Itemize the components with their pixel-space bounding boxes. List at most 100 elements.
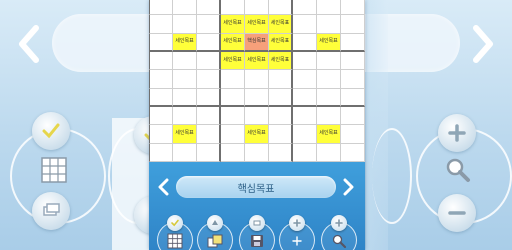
grid-cell[interactable] <box>197 88 221 107</box>
grid-cell[interactable] <box>173 88 197 107</box>
grid-cell[interactable] <box>293 0 317 16</box>
goal-cell[interactable]: 세인목표 <box>221 33 245 52</box>
grid-cell[interactable] <box>149 107 173 126</box>
grid-cell[interactable] <box>149 70 173 89</box>
grid-cell[interactable] <box>197 107 221 126</box>
grid-cell[interactable] <box>269 107 293 126</box>
next-goal-button[interactable] <box>341 178 355 196</box>
chevron-left-icon <box>158 178 169 196</box>
goal-cell[interactable]: 세인목표 <box>245 15 269 34</box>
toolbar <box>149 212 365 250</box>
grid-cell[interactable] <box>197 15 221 34</box>
goal-title[interactable]: 핵심목표 <box>176 176 336 198</box>
goal-cell[interactable]: 세인목표 <box>269 52 293 71</box>
grid-icon <box>167 233 183 249</box>
grid-cell[interactable] <box>173 70 197 89</box>
goal-cell[interactable]: 세인목표 <box>173 125 197 144</box>
goal-cell[interactable]: 세인목표 <box>221 15 245 34</box>
grid-cell[interactable] <box>317 70 341 89</box>
grid-cell[interactable] <box>197 70 221 89</box>
grid-cell[interactable] <box>269 70 293 89</box>
background-plus-icon <box>438 114 476 152</box>
grid-cell[interactable] <box>197 52 221 71</box>
grid-cell[interactable] <box>245 107 269 126</box>
grid-cell[interactable] <box>341 0 365 16</box>
grid-cell[interactable] <box>317 143 341 162</box>
grid-cell[interactable] <box>245 0 269 16</box>
grid-cell[interactable] <box>341 125 365 144</box>
grid-cell[interactable] <box>341 33 365 52</box>
goal-cell[interactable]: 세인목표 <box>269 33 293 52</box>
grid-cell[interactable] <box>197 143 221 162</box>
grid-cell[interactable] <box>149 52 173 71</box>
grid-cell[interactable] <box>173 107 197 126</box>
goal-cell[interactable]: 세인목표 <box>245 125 269 144</box>
grid-cell[interactable] <box>317 107 341 126</box>
arrow-up-icon <box>207 215 223 231</box>
background-check-icon <box>32 112 70 150</box>
goal-cell[interactable]: 세인목표 <box>173 33 197 52</box>
grid-cell[interactable] <box>317 88 341 107</box>
grid-cell[interactable] <box>149 88 173 107</box>
grid-cell[interactable] <box>293 125 317 144</box>
goal-cell[interactable]: 세인목표 <box>317 33 341 52</box>
zoom-in-icon <box>289 233 305 249</box>
grid-cell[interactable] <box>269 143 293 162</box>
grid-cell[interactable] <box>269 125 293 144</box>
goal-cell[interactable]: 세인목표 <box>245 52 269 71</box>
grid-cell[interactable] <box>341 88 365 107</box>
stack-icon <box>249 215 265 231</box>
grid-cell[interactable] <box>221 0 245 16</box>
grid-cell[interactable] <box>293 33 317 52</box>
grid-cell[interactable] <box>173 143 197 162</box>
grid-cell[interactable] <box>293 88 317 107</box>
bottom-sheet: 핵심목표 <box>149 162 365 250</box>
disk-icon <box>249 233 265 249</box>
grid-cell[interactable] <box>149 15 173 34</box>
grid-cell[interactable] <box>293 52 317 71</box>
grid-cell[interactable] <box>197 33 221 52</box>
goal-cell[interactable]: 세인목표 <box>221 52 245 71</box>
goal-cell[interactable]: 세인목표 <box>317 125 341 144</box>
grid-cell[interactable] <box>317 0 341 16</box>
grid-cell[interactable] <box>149 33 173 52</box>
grid-cell[interactable] <box>173 52 197 71</box>
grid-cell[interactable] <box>269 0 293 16</box>
grid-cell[interactable] <box>245 143 269 162</box>
grid-cell[interactable] <box>149 0 173 16</box>
grid-cell[interactable] <box>341 143 365 162</box>
background-chevron-right-icon <box>468 24 498 64</box>
grid-cell[interactable] <box>317 15 341 34</box>
magnifier-icon <box>331 233 347 249</box>
prev-goal-button[interactable] <box>157 178 171 196</box>
core-goal-cell[interactable]: 핵심목표 <box>245 33 269 52</box>
grid-cell[interactable] <box>173 0 197 16</box>
grid-cell[interactable] <box>221 88 245 107</box>
background-magnifier-icon <box>444 156 472 184</box>
grid-cell[interactable] <box>221 143 245 162</box>
grid-cell[interactable] <box>197 125 221 144</box>
grid-cell[interactable] <box>317 52 341 71</box>
grid-cell[interactable] <box>341 52 365 71</box>
plus-icon-2 <box>331 215 347 231</box>
background-grid-icon <box>40 156 68 184</box>
grid-cell[interactable] <box>197 0 221 16</box>
grid-cell[interactable] <box>341 107 365 126</box>
background-ring-right-2 <box>372 128 412 224</box>
grid-cell[interactable] <box>293 107 317 126</box>
grid-cell[interactable] <box>341 70 365 89</box>
grid-cell[interactable] <box>149 125 173 144</box>
grid-cell[interactable] <box>149 143 173 162</box>
grid-cell[interactable] <box>269 88 293 107</box>
grid-cell[interactable] <box>293 143 317 162</box>
grid-cell[interactable] <box>293 70 317 89</box>
grid-cell[interactable] <box>245 70 269 89</box>
grid-cell[interactable] <box>341 15 365 34</box>
grid-cell[interactable] <box>221 70 245 89</box>
grid-cell[interactable] <box>245 88 269 107</box>
goal-cell[interactable]: 세인목표 <box>269 15 293 34</box>
grid-cell[interactable] <box>221 125 245 144</box>
grid-cell[interactable] <box>173 15 197 34</box>
grid-cell[interactable] <box>221 107 245 126</box>
grid-cell[interactable] <box>293 15 317 34</box>
